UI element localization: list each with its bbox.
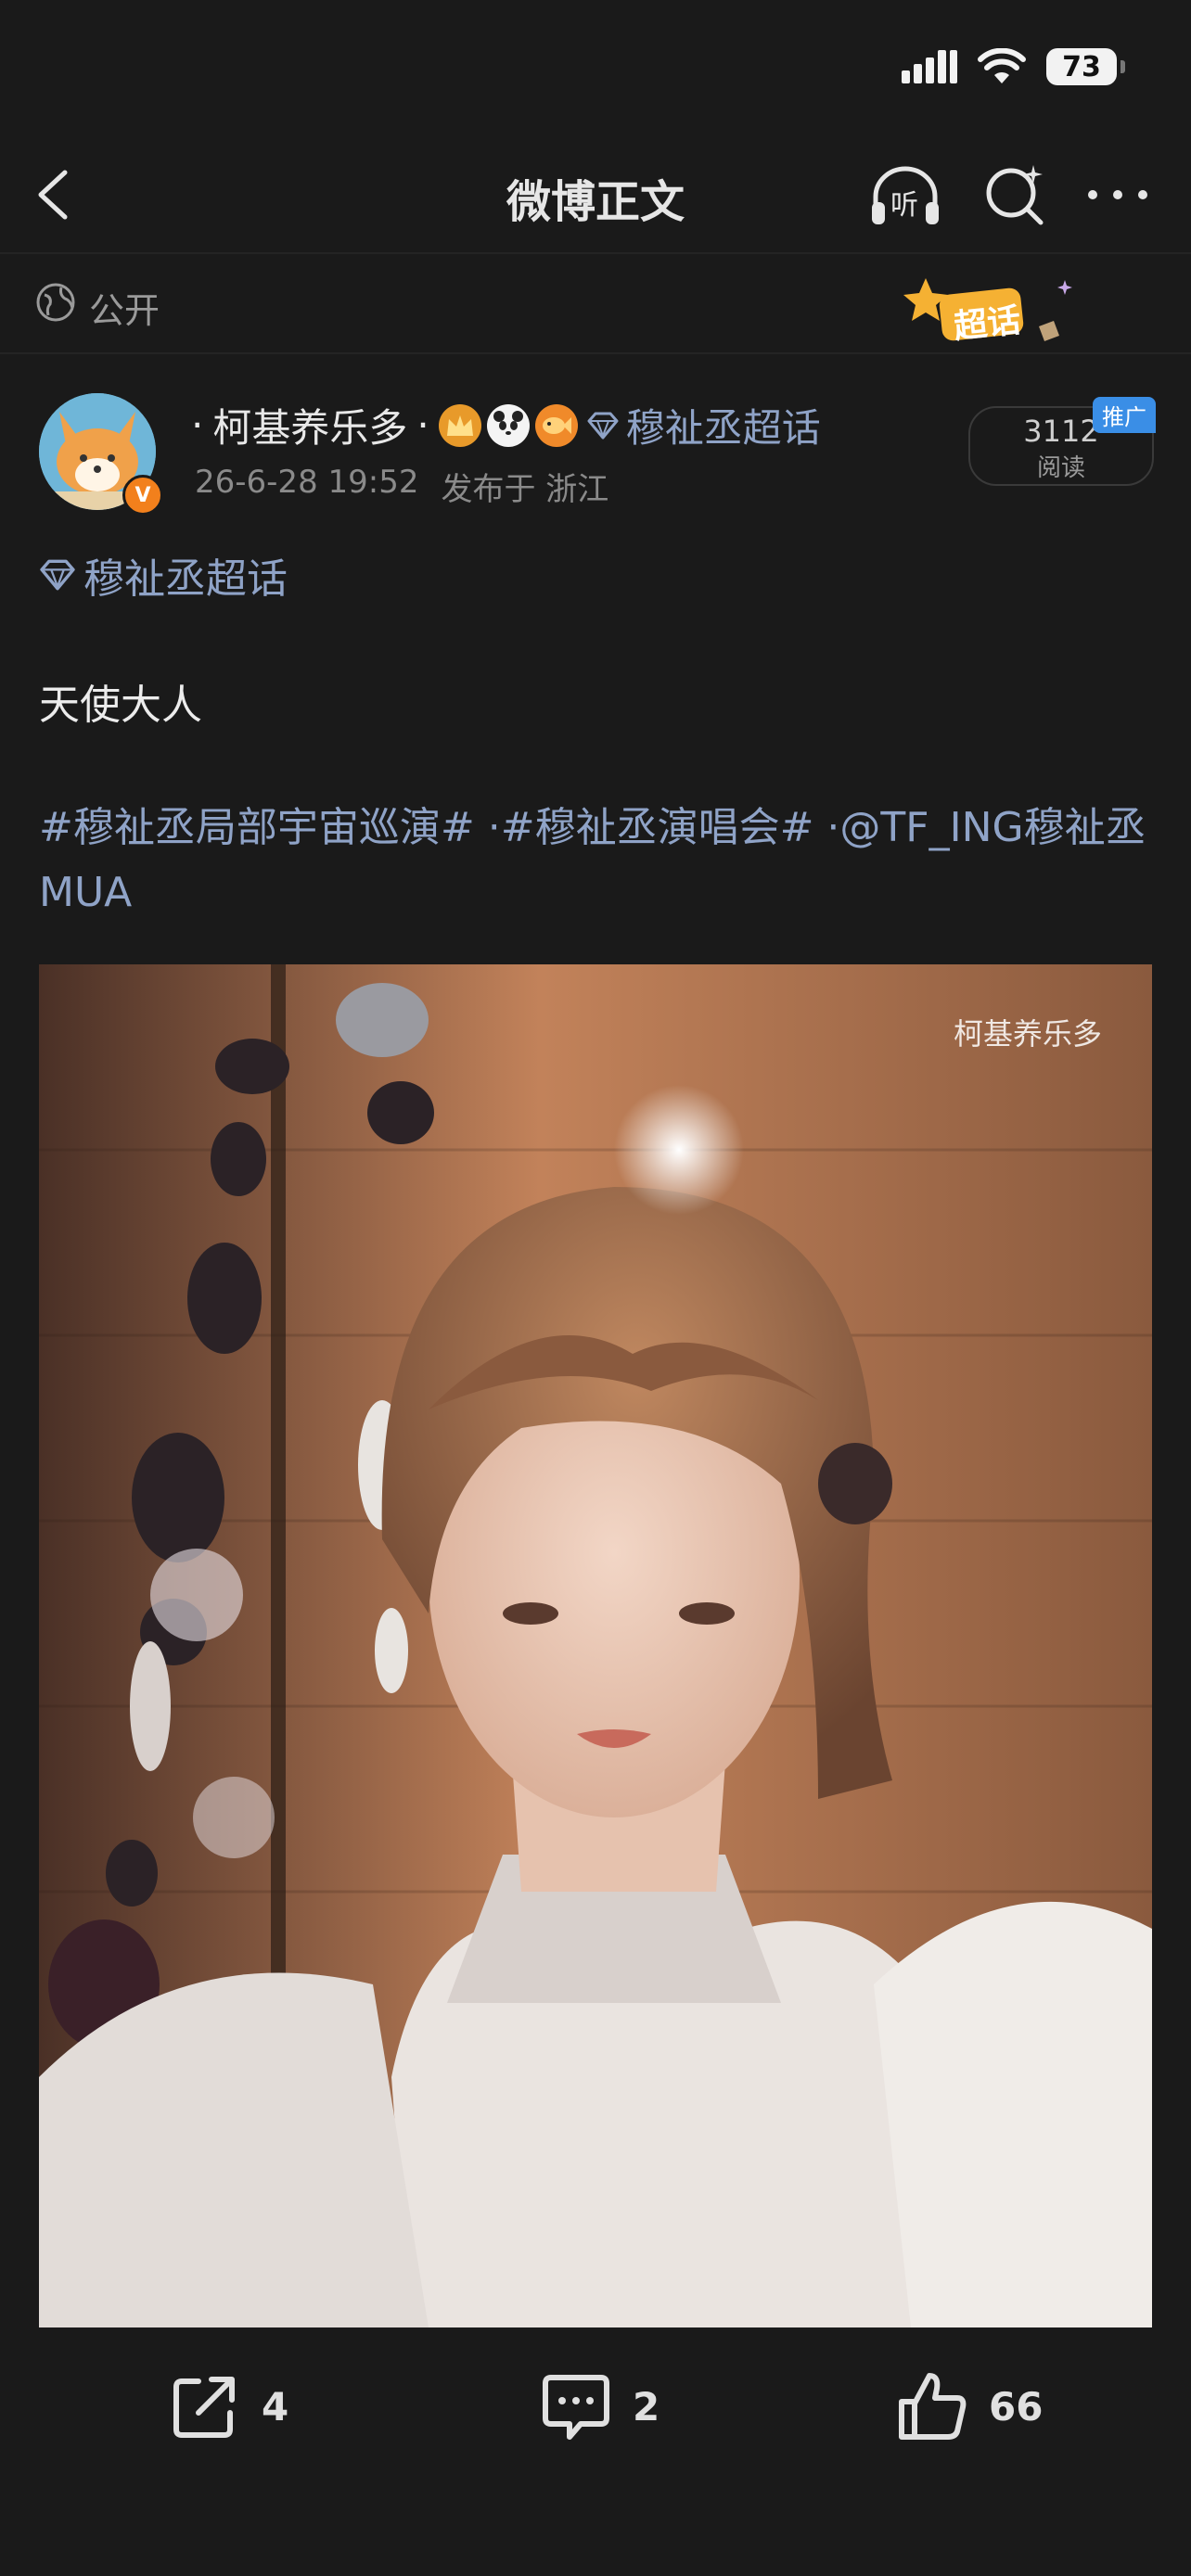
- post-time: 26-6-28 19:52: [195, 464, 419, 501]
- crown-badge-icon: [438, 403, 481, 447]
- comment-icon: [543, 2375, 609, 2440]
- diamond-icon: [40, 559, 75, 591]
- post-location: 发布于 浙江: [441, 471, 609, 508]
- more-icon[interactable]: [1085, 176, 1150, 213]
- status-bar: 73: [0, 0, 1191, 139]
- signal-icon: [902, 50, 957, 83]
- author-topic-text: 穆祉丞超话: [625, 405, 821, 451]
- comment-count: 2: [633, 2383, 660, 2429]
- post-meta: 26-6-28 19:52 发布于 浙江: [195, 464, 608, 509]
- username-row: · 柯基养乐多 · 穆祉丞超话: [191, 397, 821, 453]
- fish-badge-icon: [534, 403, 578, 447]
- author-name-prefix: ·: [191, 402, 204, 448]
- post-hashtags[interactable]: #穆祉丞局部宇宙巡演# ·#穆祉丞演唱会# ·@TF_ING穆祉丞 MUA: [39, 796, 1152, 925]
- post-header: V · 柯基养乐多 · 穆祉丞超话 26-6-28 19:52 发布于 浙江 3…: [0, 371, 1191, 529]
- comment-button[interactable]: 2: [538, 2368, 660, 2444]
- verified-badge: V: [122, 475, 163, 516]
- panda-badge-icon: [486, 403, 530, 447]
- supertopic-link[interactable]: 穆祉丞超话: [39, 545, 288, 605]
- supertopic-badge[interactable]: 超话: [900, 271, 1095, 351]
- action-bar: 4 2 66: [0, 2329, 1191, 2576]
- status-icons: 73: [902, 45, 1125, 89]
- supertopic-badge-text: 超话: [952, 301, 1023, 347]
- supertopic-link-text: 穆祉丞超话: [83, 555, 288, 603]
- diamond-icon: [587, 412, 619, 439]
- thumbs-up-icon: [899, 2373, 967, 2440]
- globe-icon: [36, 283, 75, 322]
- search-icon[interactable]: [981, 161, 1048, 228]
- post-body-text: 天使大人: [39, 682, 202, 729]
- battery-level: 73: [1062, 50, 1101, 83]
- share-icon: [173, 2377, 235, 2438]
- fan-badges: [438, 403, 578, 447]
- visibility-bar: 公开 超话: [0, 254, 1191, 354]
- listen-label: 听: [890, 189, 918, 222]
- author-name-suffix: ·: [416, 402, 429, 448]
- read-count-label: 阅读: [1036, 454, 1085, 482]
- concert-photo-image: [39, 964, 1152, 2327]
- read-count-badge: 3112 阅读 推广: [968, 397, 1156, 486]
- wifi-icon: [978, 48, 1026, 83]
- share-count: 4: [262, 2383, 289, 2429]
- nav-bar: 微博正文 听: [0, 139, 1191, 254]
- like-count: 66: [989, 2383, 1044, 2429]
- author-topic-link[interactable]: 穆祉丞超话: [587, 397, 821, 453]
- visibility-label: 公开: [89, 290, 160, 331]
- promo-tag[interactable]: 推广: [1093, 397, 1156, 433]
- share-button[interactable]: 4: [167, 2368, 288, 2444]
- post-image[interactable]: 柯基养乐多: [39, 964, 1152, 2327]
- like-button[interactable]: 66: [894, 2368, 1043, 2444]
- listen-button[interactable]: 听: [868, 161, 942, 228]
- author-name[interactable]: 柯基养乐多: [212, 397, 407, 453]
- battery-indicator: 73: [1046, 48, 1125, 85]
- image-watermark: 柯基养乐多: [953, 1016, 1102, 1052]
